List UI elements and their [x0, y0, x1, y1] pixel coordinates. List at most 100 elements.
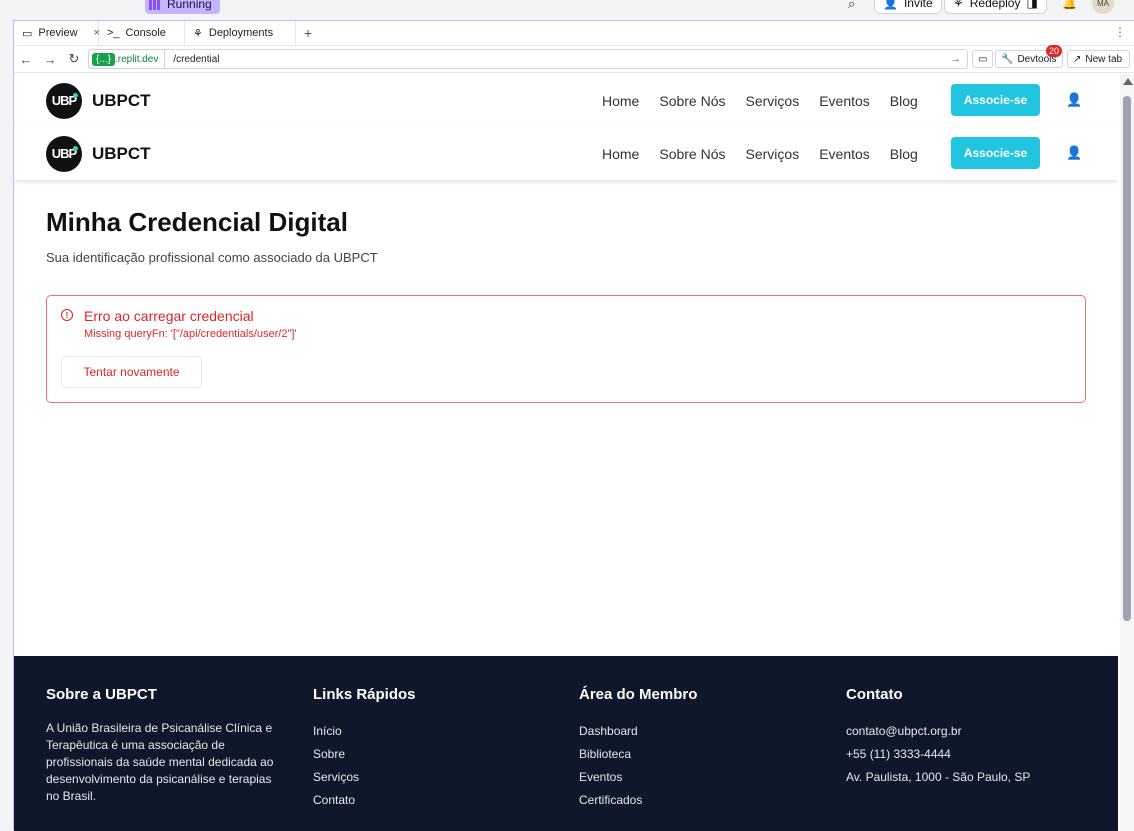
- dropdown-icon: ◨: [1026, 0, 1038, 10]
- terminal-icon: >_: [107, 27, 120, 39]
- devtools-count-badge: 20: [1046, 45, 1063, 57]
- run-status-label: Running: [167, 0, 212, 11]
- new-tab-label: New tab: [1085, 53, 1123, 65]
- footer-link-dashboard[interactable]: Dashboard: [579, 720, 829, 743]
- footer-link-services[interactable]: Serviços: [313, 766, 563, 789]
- tab-console-label: Console: [125, 27, 166, 39]
- monitor-icon: ▭: [22, 27, 33, 40]
- footer-link-library[interactable]: Biblioteca: [579, 743, 829, 766]
- footer-member-heading: Área do Membro: [579, 686, 698, 703]
- browser-pane: ▭ Preview × >_ Console ⚘ Deployments + ⋮…: [13, 20, 1134, 831]
- site-footer: Sobre a UBPCT A União Brasileira de Psic…: [14, 656, 1118, 831]
- error-alert: ! Erro ao carregar credencial Missing qu…: [46, 295, 1086, 403]
- nav-about[interactable]: Sobre Nós: [659, 146, 725, 162]
- back-icon[interactable]: ←: [14, 52, 38, 67]
- footer-link-home[interactable]: Início: [313, 720, 563, 743]
- footer-about: Sobre a UBPCT A União Brasileira de Psic…: [46, 686, 296, 805]
- footer-link-contact[interactable]: Contato: [313, 789, 563, 812]
- footer-link-events[interactable]: Eventos: [579, 766, 829, 789]
- nav-blog[interactable]: Blog: [890, 146, 918, 162]
- grid-icon: [149, 0, 161, 10]
- user-avatar[interactable]: MA: [1092, 0, 1114, 14]
- page-subtitle: Sua identificação profissional como asso…: [46, 250, 378, 265]
- nav-services[interactable]: Serviços: [746, 146, 800, 162]
- error-title: Erro ao carregar credencial: [84, 308, 254, 324]
- site-header-duplicate: UBP UBPCT Home Sobre Nós Serviços Evento…: [14, 127, 1118, 180]
- nav-blog[interactable]: Blog: [890, 93, 918, 109]
- tab-deployments[interactable]: ⚘ Deployments: [185, 21, 296, 45]
- footer-contact-heading: Contato: [846, 686, 903, 703]
- tab-preview[interactable]: ▭ Preview ×: [14, 21, 100, 45]
- device-toggle-button[interactable]: ▭: [972, 50, 994, 68]
- main-nav: Home Sobre Nós Serviços Eventos Blog: [602, 93, 918, 109]
- site-header: UBP UBPCT Home Sobre Nós Serviços Evento…: [14, 74, 1118, 127]
- retry-button[interactable]: Tentar novamente: [61, 356, 202, 388]
- footer-link-certificates[interactable]: Certificados: [579, 789, 829, 812]
- footer-contact-address: Av. Paulista, 1000 - São Paulo, SP: [846, 770, 1031, 784]
- bell-icon[interactable]: 🔔: [1062, 0, 1077, 10]
- url-field[interactable]: {...} .replit.dev /credential →: [88, 49, 968, 69]
- join-button[interactable]: Associe-se: [951, 137, 1040, 169]
- forward-icon[interactable]: →: [38, 52, 62, 67]
- host-badge: {...}: [92, 52, 116, 66]
- external-link-icon: ↗: [1073, 53, 1082, 65]
- footer-about-heading: Sobre a UBPCT: [46, 686, 157, 703]
- url-domain: .replit.dev: [115, 50, 166, 68]
- footer-links-heading: Links Rápidos: [313, 686, 416, 703]
- tab-deployments-label: Deployments: [208, 27, 274, 39]
- brand-name[interactable]: UBPCT: [92, 91, 151, 111]
- more-options-icon[interactable]: ⋮: [1114, 25, 1126, 39]
- page-scrollbar[interactable]: [1120, 74, 1134, 831]
- run-status-button[interactable]: Running: [145, 0, 220, 14]
- scroll-up-icon[interactable]: [1123, 78, 1133, 85]
- wrench-icon: 🔧: [1001, 53, 1014, 65]
- nav-home[interactable]: Home: [602, 146, 639, 162]
- main-content: Minha Credencial Digital Sua identificaç…: [14, 180, 1118, 403]
- scrollbar-thumb[interactable]: [1123, 96, 1131, 621]
- redeploy-label: Redeploy: [969, 0, 1021, 10]
- user-icon[interactable]: 👤: [1066, 92, 1082, 108]
- deploy-icon: ⚘: [953, 0, 964, 10]
- footer-links: Links Rápidos Início Sobre Serviços Cont…: [313, 686, 563, 812]
- search-icon[interactable]: ⌕: [848, 0, 855, 12]
- open-new-tab-button[interactable]: ↗ New tab: [1067, 50, 1130, 68]
- footer-contact-email[interactable]: contato@ubpct.org.br: [846, 720, 1096, 743]
- footer-contact-phone: +55 (11) 3333-4444: [846, 747, 951, 761]
- nav-events[interactable]: Eventos: [819, 146, 870, 162]
- page-title: Minha Credencial Digital: [46, 207, 348, 237]
- nav-services[interactable]: Serviços: [746, 93, 800, 109]
- add-user-icon: 👤: [883, 0, 898, 10]
- plus-icon: +: [304, 25, 313, 41]
- logo-text: UBP: [51, 146, 77, 161]
- invite-button[interactable]: 👤 Invite: [874, 0, 942, 14]
- avatar-initials: MA: [1097, 0, 1109, 8]
- join-button[interactable]: Associe-se: [951, 84, 1040, 116]
- new-tab-button[interactable]: +: [296, 21, 320, 45]
- brand-logo[interactable]: UBP: [46, 135, 82, 172]
- footer-member: Área do Membro Dashboard Biblioteca Even…: [579, 686, 829, 812]
- reload-icon[interactable]: ↻: [62, 51, 86, 67]
- deploy-icon: ⚘: [193, 27, 203, 40]
- invite-label: Invite: [903, 0, 933, 10]
- error-message: Missing queryFn: '["/api/credentials/use…: [84, 328, 297, 340]
- redeploy-button[interactable]: ⚘ Redeploy ◨: [944, 0, 1047, 14]
- device-icon: ▭: [978, 53, 988, 65]
- footer-link-about[interactable]: Sobre: [313, 743, 563, 766]
- main-nav: Home Sobre Nós Serviços Eventos Blog: [602, 146, 918, 162]
- footer-about-text: A União Brasileira de Psicanálise Clínic…: [46, 721, 274, 803]
- nav-events[interactable]: Eventos: [819, 93, 870, 109]
- brand-logo[interactable]: UBP: [46, 82, 82, 119]
- tab-console[interactable]: >_ Console: [99, 21, 185, 45]
- tab-preview-label: Preview: [38, 27, 78, 39]
- logo-text: UBP: [51, 93, 77, 108]
- url-path: /credential: [173, 53, 220, 65]
- footer-contact: Contato contato@ubpct.org.br +55 (11) 33…: [846, 686, 1096, 789]
- user-icon[interactable]: 👤: [1066, 145, 1082, 161]
- go-arrow-icon[interactable]: →: [950, 53, 961, 65]
- replit-top-bar: Running ⌕ 👤 Invite ⚘ Redeploy ◨ 🔔 MA: [0, 0, 1134, 20]
- nav-about[interactable]: Sobre Nós: [659, 93, 725, 109]
- brand-name[interactable]: UBPCT: [92, 144, 151, 164]
- pane-tabs: ▭ Preview × >_ Console ⚘ Deployments + ⋮: [14, 21, 1134, 46]
- nav-home[interactable]: Home: [602, 93, 639, 109]
- alert-circle-icon: !: [61, 309, 73, 321]
